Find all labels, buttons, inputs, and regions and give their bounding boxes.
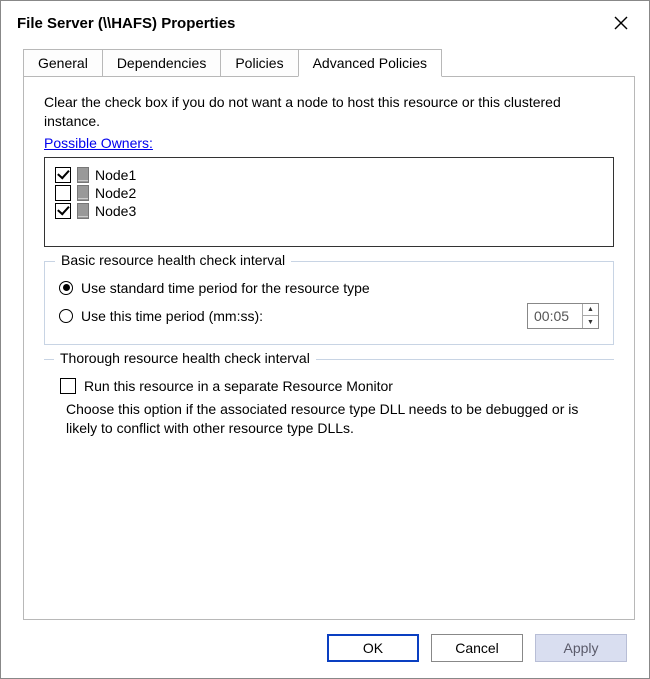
owner-checkbox[interactable] [55, 185, 71, 201]
radio-standard-period[interactable]: Use standard time period for the resourc… [59, 280, 599, 296]
server-icon [77, 185, 89, 201]
thorough-group-title: Thorough resource health check interval [54, 350, 316, 366]
radio-label: Use standard time period for the resourc… [81, 280, 370, 296]
tab-panel-advanced-policies: Clear the check box if you do not want a… [23, 76, 635, 620]
properties-dialog: File Server (\\HAFS) Properties General … [0, 0, 650, 679]
separate-monitor-label: Run this resource in a separate Resource… [84, 378, 393, 394]
tab-advanced-policies[interactable]: Advanced Policies [298, 49, 442, 77]
radio-label: Use this time period (mm:ss): [81, 308, 263, 324]
radio-button[interactable] [59, 309, 73, 323]
tab-dependencies[interactable]: Dependencies [102, 49, 222, 76]
separate-monitor-description: Choose this option if the associated res… [66, 400, 610, 438]
spinner-up-button[interactable]: ▲ [583, 304, 598, 317]
server-icon [77, 203, 89, 219]
separate-monitor-checkbox-row[interactable]: Run this resource in a separate Resource… [60, 378, 610, 394]
owner-checkbox[interactable] [55, 203, 71, 219]
possible-owners-link[interactable]: Possible Owners: [44, 135, 153, 151]
server-icon [77, 167, 89, 183]
radio-custom-period[interactable]: Use this time period (mm:ss): [59, 308, 263, 324]
separate-monitor-checkbox[interactable] [60, 378, 76, 394]
time-period-spinner[interactable]: ▲ ▼ [527, 303, 599, 329]
close-icon [614, 16, 628, 30]
dialog-button-row: OK Cancel Apply [1, 620, 649, 678]
tab-strip: General Dependencies Policies Advanced P… [23, 49, 635, 76]
radio-button[interactable] [59, 281, 73, 295]
close-button[interactable] [607, 9, 635, 37]
apply-button: Apply [535, 634, 627, 662]
titlebar: File Server (\\HAFS) Properties [1, 1, 649, 43]
owner-row-node1[interactable]: Node1 [55, 166, 603, 184]
time-period-input[interactable] [528, 306, 582, 326]
thorough-health-check-group: Thorough resource health check interval … [44, 359, 614, 442]
spinner-down-button[interactable]: ▼ [583, 316, 598, 328]
tab-general[interactable]: General [23, 49, 103, 76]
owner-label: Node2 [95, 185, 136, 201]
basic-group-title: Basic resource health check interval [55, 252, 291, 268]
owner-label: Node1 [95, 167, 136, 183]
owner-checkbox[interactable] [55, 167, 71, 183]
tab-policies[interactable]: Policies [220, 49, 298, 76]
intro-text: Clear the check box if you do not want a… [44, 93, 614, 131]
basic-health-check-group: Basic resource health check interval Use… [44, 261, 614, 345]
possible-owners-list: Node1 Node2 Node3 [44, 157, 614, 247]
window-title: File Server (\\HAFS) Properties [17, 15, 235, 32]
owner-row-node3[interactable]: Node3 [55, 202, 603, 220]
owner-row-node2[interactable]: Node2 [55, 184, 603, 202]
ok-button[interactable]: OK [327, 634, 419, 662]
owner-label: Node3 [95, 203, 136, 219]
cancel-button[interactable]: Cancel [431, 634, 523, 662]
